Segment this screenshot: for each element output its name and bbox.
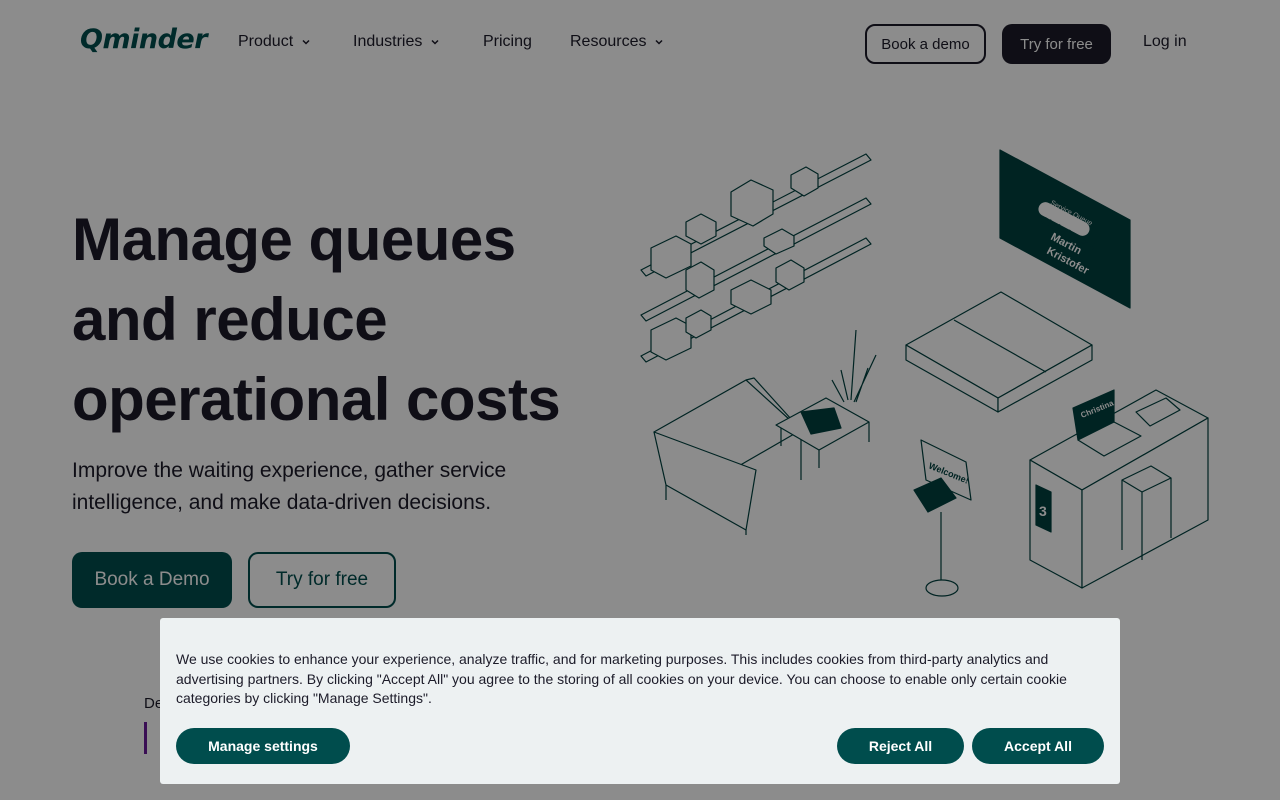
manage-settings-button[interactable]: Manage settings (176, 728, 350, 764)
cookie-message: We use cookies to enhance your experienc… (176, 651, 1067, 706)
reject-all-button[interactable]: Reject All (837, 728, 964, 764)
cookie-banner: We use cookies to enhance your experienc… (160, 618, 1120, 784)
accept-all-button[interactable]: Accept All (972, 728, 1104, 764)
